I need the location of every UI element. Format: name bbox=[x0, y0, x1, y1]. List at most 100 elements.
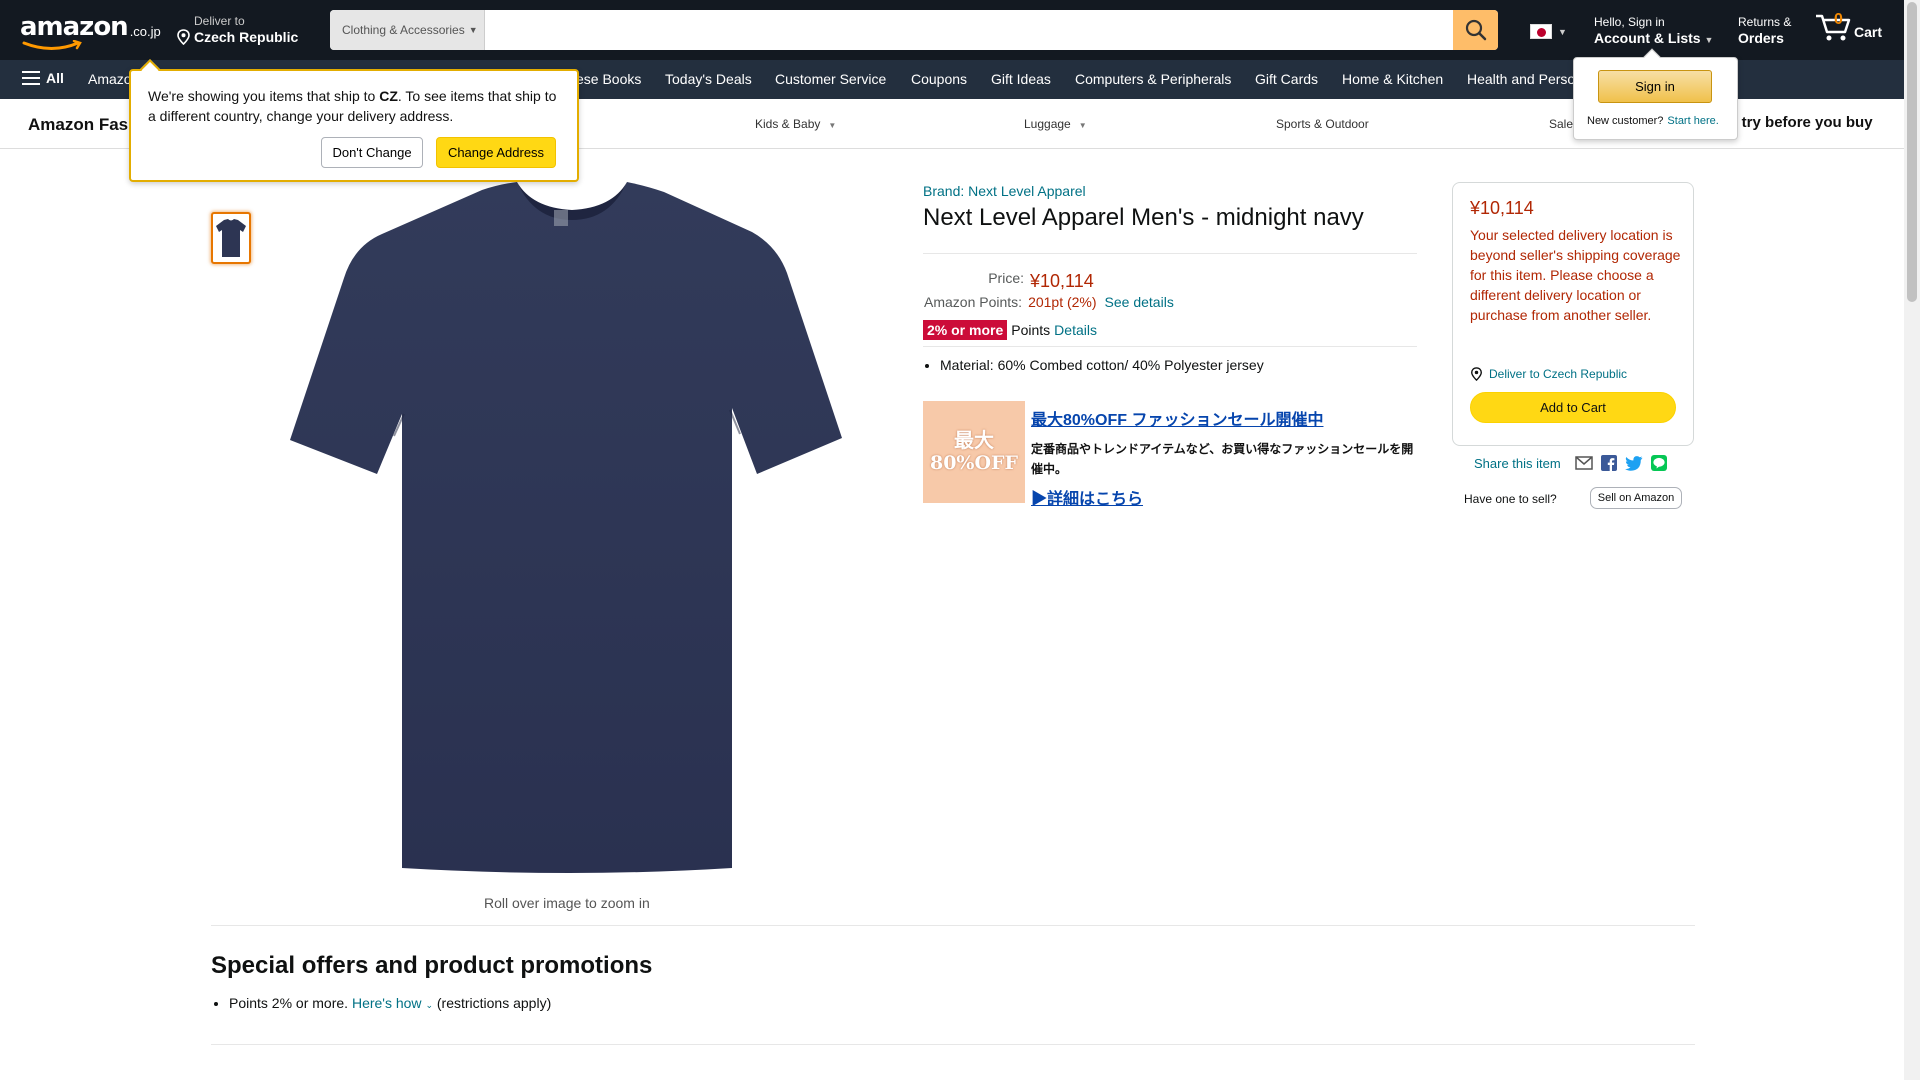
buy-box: ¥10,114 Your selected delivery location … bbox=[1452, 182, 1694, 446]
special-offers-list: Points 2% or more. Here's how ⌄ (restric… bbox=[229, 995, 551, 1011]
fashion-category[interactable]: Luggage ▼ bbox=[1024, 117, 1087, 131]
tshirt-image bbox=[290, 182, 842, 873]
fashion-category-label: Sale bbox=[1549, 117, 1574, 131]
search-bar: Clothing & Accessories ▼ bbox=[330, 10, 1498, 50]
fashion-category-label: Kids & Baby bbox=[755, 117, 821, 131]
logo-word: amazon bbox=[20, 12, 129, 42]
deliver-to[interactable]: Deliver to Czech Republic bbox=[176, 14, 298, 46]
fashion-category[interactable]: Kids & Baby ▼ bbox=[755, 117, 836, 131]
fashion-category-label: Sports & Outdoor bbox=[1276, 117, 1369, 131]
special-offers-title: Special offers and product promotions bbox=[211, 952, 653, 979]
points-badge-text: Points bbox=[1011, 322, 1051, 338]
offer-restrictions: (restrictions apply) bbox=[436, 995, 552, 1011]
subnav-item[interactable]: Computers & Peripherals bbox=[1075, 71, 1231, 87]
points-value: 201pt (2%) bbox=[1028, 294, 1097, 310]
returns-label: Returns & bbox=[1738, 15, 1792, 29]
add-to-cart-button[interactable]: Add to Cart bbox=[1470, 392, 1676, 423]
chevron-down-icon: ▼ bbox=[1558, 26, 1567, 37]
points-label: Amazon Points: bbox=[924, 294, 1023, 310]
fashion-category[interactable]: Sale bbox=[1549, 117, 1573, 131]
change-address-button[interactable]: Change Address bbox=[436, 137, 556, 168]
share-label[interactable]: Share this item bbox=[1474, 456, 1561, 471]
signin-popover: Sign in New customer? Start here. bbox=[1573, 48, 1738, 140]
promo-image-line2: 80%OFF bbox=[929, 452, 1019, 474]
email-icon[interactable] bbox=[1574, 456, 1593, 470]
cart-label: Cart bbox=[1854, 24, 1883, 40]
ship-msg-part1: We're showing you items that ship to bbox=[148, 88, 380, 104]
promo-details-link[interactable]: ▶詳細はこちら bbox=[1031, 485, 1143, 509]
brand-link[interactable]: Brand: Next Level Apparel bbox=[923, 183, 1086, 199]
fashion-store-title[interactable]: Amazon Fas bbox=[28, 115, 128, 135]
line-icon[interactable] bbox=[1650, 455, 1667, 471]
scrollbar-thumb[interactable] bbox=[1907, 2, 1917, 302]
account-label: Account & Lists bbox=[1594, 30, 1701, 46]
subnav-item[interactable]: Home & Kitchen bbox=[1342, 71, 1443, 87]
promo-banner: 最大 80%OFF 最大80%OFF ファッションセール開催中 定番商品やトレン… bbox=[923, 401, 1419, 508]
subnav-item[interactable]: Gift Cards bbox=[1255, 71, 1318, 87]
offer-text: Points 2% or more. bbox=[229, 995, 349, 1011]
special-offer-item: Points 2% or more. Here's how ⌄ (restric… bbox=[229, 995, 551, 1011]
heres-how-link[interactable]: Here's how ⌄ bbox=[352, 995, 433, 1011]
search-category-select[interactable]: Clothing & Accessories ▼ bbox=[330, 10, 485, 50]
sell-on-amazon-button[interactable]: Sell on Amazon bbox=[1590, 487, 1682, 509]
subnav-item[interactable]: Health and Perso bbox=[1467, 71, 1575, 87]
search-input[interactable] bbox=[485, 10, 1453, 50]
cart[interactable]: 0 Cart bbox=[1814, 11, 1883, 42]
subnav-item[interactable]: Customer Service bbox=[775, 71, 886, 87]
product-thumbnail[interactable] bbox=[211, 212, 251, 264]
divider bbox=[923, 253, 1417, 254]
divider bbox=[211, 925, 1695, 926]
location-pin-icon bbox=[1471, 367, 1482, 381]
points-row: Amazon Points: 201pt (2%) See details bbox=[924, 294, 1174, 310]
fashion-category[interactable]: Sports & Outdoor bbox=[1276, 117, 1369, 131]
have-one-label: Have one to sell? bbox=[1464, 492, 1557, 506]
page-scrollbar[interactable] bbox=[1904, 0, 1920, 1080]
language-selector[interactable]: ▼ bbox=[1530, 24, 1567, 39]
divider bbox=[211, 1044, 1695, 1045]
ship-to-popover: We're showing you items that ship to CZ.… bbox=[129, 59, 579, 182]
search-category-label: Clothing & Accessories bbox=[342, 23, 465, 37]
chevron-down-icon: ▼ bbox=[1704, 35, 1714, 45]
fashion-category-label: Luggage bbox=[1024, 117, 1071, 131]
amazon-logo[interactable]: amazon .co.jp bbox=[20, 12, 161, 50]
zoom-hint: Roll over image to zoom in bbox=[484, 895, 650, 911]
subnav-item[interactable]: ese Books bbox=[576, 71, 641, 87]
account-greeting: Hello, Sign in bbox=[1594, 15, 1665, 29]
promo-image[interactable]: 最大 80%OFF bbox=[923, 401, 1025, 503]
logo-tld: .co.jp bbox=[129, 24, 161, 39]
product-title: Next Level Apparel Men's - midnight navy bbox=[923, 204, 1364, 231]
search-button[interactable] bbox=[1453, 10, 1498, 50]
divider bbox=[923, 346, 1417, 347]
subnav-item[interactable]: Gift Ideas bbox=[991, 71, 1051, 87]
price-label: Price: bbox=[988, 270, 1024, 286]
subnav-item[interactable]: Amazo bbox=[88, 71, 132, 87]
promo-headline-link[interactable]: 最大80%OFF ファッションセール開催中 bbox=[1031, 406, 1323, 430]
cart-icon bbox=[1816, 14, 1851, 41]
returns-orders[interactable]: Returns & Orders bbox=[1738, 15, 1791, 47]
buybox-price: ¥10,114 bbox=[1470, 198, 1534, 218]
hamburger-icon bbox=[22, 71, 40, 85]
ship-msg-country: CZ bbox=[379, 88, 398, 104]
points-details-link[interactable]: Details bbox=[1054, 322, 1097, 338]
start-here-link[interactable]: Start here. bbox=[1667, 115, 1718, 127]
points-see-details-link[interactable]: See details bbox=[1105, 294, 1174, 310]
subnav-item[interactable]: Coupons bbox=[911, 71, 967, 87]
price-row: Price: ¥10,114 bbox=[923, 270, 1094, 292]
delivery-warning: Your selected delivery location is beyon… bbox=[1470, 227, 1681, 323]
dont-change-button[interactable]: Don't Change bbox=[321, 137, 423, 168]
tshirt-thumbnail-image bbox=[216, 219, 246, 257]
all-menu-button[interactable]: All bbox=[22, 70, 64, 86]
product-main-image[interactable] bbox=[282, 178, 854, 882]
facebook-icon[interactable] bbox=[1600, 455, 1617, 471]
try-before-label: try before you buy bbox=[1737, 114, 1873, 131]
feature-bullets: Material: 60% Combed cotton/ 40% Polyest… bbox=[940, 357, 1264, 373]
share-row: Share this item bbox=[1474, 455, 1667, 471]
signin-button[interactable]: Sign in bbox=[1598, 70, 1712, 103]
prime-try-before-you-buy[interactable]: ne try before you buy bbox=[1720, 114, 1873, 131]
account-lists[interactable]: Hello, Sign in Account & Lists ▼ bbox=[1594, 15, 1713, 49]
location-pin-icon bbox=[177, 29, 190, 45]
buybox-deliver-to[interactable]: Deliver to Czech Republic bbox=[1470, 367, 1627, 381]
subnav-item[interactable]: Today's Deals bbox=[665, 71, 752, 87]
deliver-label: Deliver to bbox=[194, 14, 245, 28]
twitter-icon[interactable] bbox=[1624, 455, 1643, 471]
